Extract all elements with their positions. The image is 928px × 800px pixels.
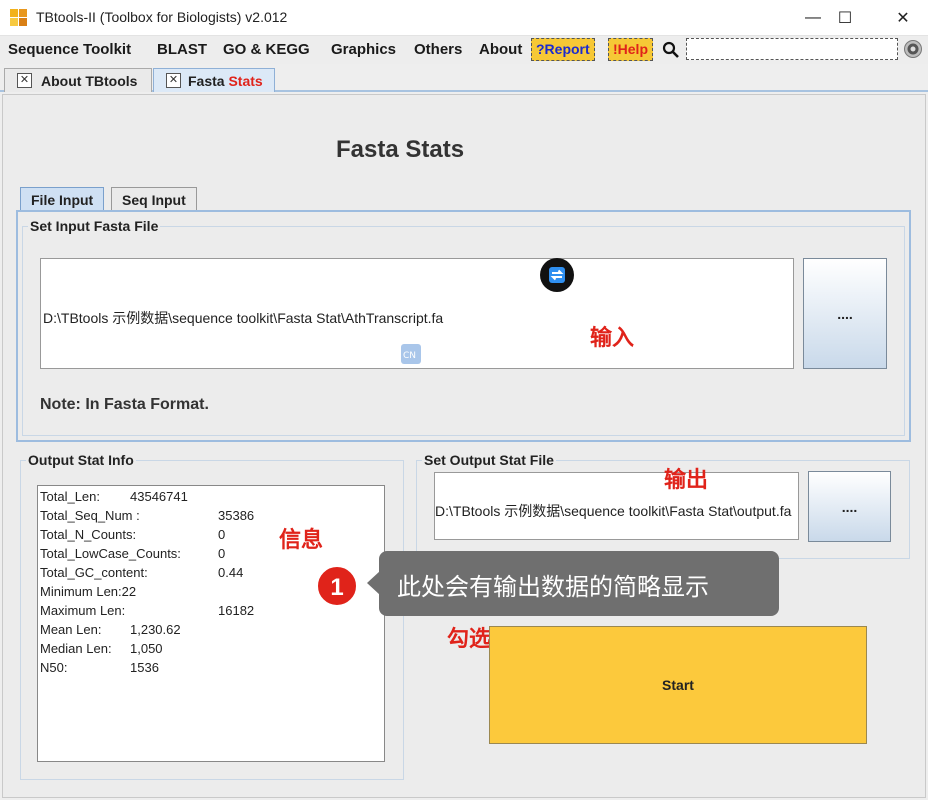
menu-sequence-toolkit[interactable]: Sequence Toolkit: [8, 41, 131, 58]
menu-about[interactable]: About: [479, 41, 522, 58]
output-browse-button[interactable]: ....: [808, 471, 891, 542]
close-tab-icon[interactable]: ✕: [17, 73, 32, 88]
annotation-input: 输入: [590, 325, 635, 350]
tooltip-output-summary: 此处会有输出数据的简略显示: [379, 551, 779, 616]
stat-mean-len: Mean Len: 1,230.62: [40, 622, 181, 637]
tab-seq-input[interactable]: Seq Input: [111, 187, 197, 212]
menu-others[interactable]: Others: [414, 41, 462, 58]
ime-cn-icon: CN: [401, 344, 421, 364]
output-info-title: Output Stat Info: [26, 452, 136, 468]
input-fasta-path: D:\TBtools 示例数据\sequence toolkit\Fasta S…: [43, 310, 444, 326]
tab-label: About TBtools: [41, 73, 138, 89]
maximize-button[interactable]: ☐: [822, 0, 868, 36]
annotation-info: 信息: [279, 527, 324, 552]
settings-gear-icon[interactable]: [903, 39, 923, 59]
swap-arrows-icon: [549, 267, 565, 283]
tbtools-logo-icon: [10, 9, 28, 27]
input-browse-button[interactable]: ....: [803, 258, 887, 369]
stat-median-len: Median Len: 1,050: [40, 641, 163, 656]
svg-text:CN: CN: [403, 351, 416, 361]
tab-label-suffix: Stats: [228, 73, 263, 89]
output-path: D:\TBtools 示例数据\sequence toolkit\Fasta S…: [435, 503, 792, 519]
tab-file-input[interactable]: File Input: [20, 187, 105, 212]
stat-total-n-counts: Total_N_Counts: 0: [40, 527, 226, 542]
tab-about-tbtools[interactable]: ✕ About TBtools: [4, 68, 152, 92]
stat-total-len: Total_Len: 43546741: [40, 489, 188, 504]
search-input[interactable]: [686, 38, 898, 60]
stat-total-lowcase-counts: Total_LowCase_Counts: 0: [40, 546, 226, 561]
output-file-title: Set Output Stat File: [422, 452, 556, 468]
annotation-output: 输出: [664, 467, 709, 492]
stat-minimum-len: Minimum Len:22: [40, 584, 137, 599]
page-title: Fasta Stats: [336, 136, 465, 163]
close-tab-icon[interactable]: ✕: [166, 73, 181, 88]
search-icon[interactable]: [662, 41, 680, 59]
menu-go-kegg[interactable]: GO & KEGG: [223, 41, 310, 58]
menu-blast[interactable]: BLAST: [157, 41, 207, 58]
tab-fasta-stats[interactable]: ✕ Fasta Stats: [153, 68, 275, 92]
stat-maximum-len: Maximum Len: 16182: [40, 603, 255, 618]
stat-n50: N50: 1536: [40, 660, 159, 675]
start-button[interactable]: Start: [489, 626, 867, 744]
tab-label-prefix: Fasta: [188, 73, 229, 89]
menu-graphics[interactable]: Graphics: [331, 41, 396, 58]
input-group-title: Set Input Fasta File: [28, 218, 161, 234]
title-bar: TBtools-II (Toolbox for Biologists) v2.0…: [0, 0, 928, 36]
report-button[interactable]: ?Report: [531, 38, 595, 61]
step-number-badge: 1: [316, 565, 358, 607]
stat-total-seq-num: Total_Seq_Num :35386: [40, 508, 255, 523]
output-path-field[interactable]: D:\TBtools 示例数据\sequence toolkit\Fasta S…: [434, 472, 799, 540]
output-stat-text-area[interactable]: Total_Len: 43546741 Total_Seq_Num :35386…: [37, 485, 385, 762]
stat-total-gc-content: Total_GC_content: 0.44: [40, 565, 244, 580]
close-button[interactable]: ✕: [880, 0, 926, 36]
window-title: TBtools-II (Toolbox for Biologists) v2.0…: [36, 9, 288, 25]
help-button[interactable]: !Help: [608, 38, 653, 61]
fasta-format-note: Note: In Fasta Format.: [40, 396, 209, 413]
swap-icon[interactable]: [540, 258, 574, 292]
document-tab-strip: ✕ About TBtools ✕ Fasta Stats: [0, 64, 928, 92]
